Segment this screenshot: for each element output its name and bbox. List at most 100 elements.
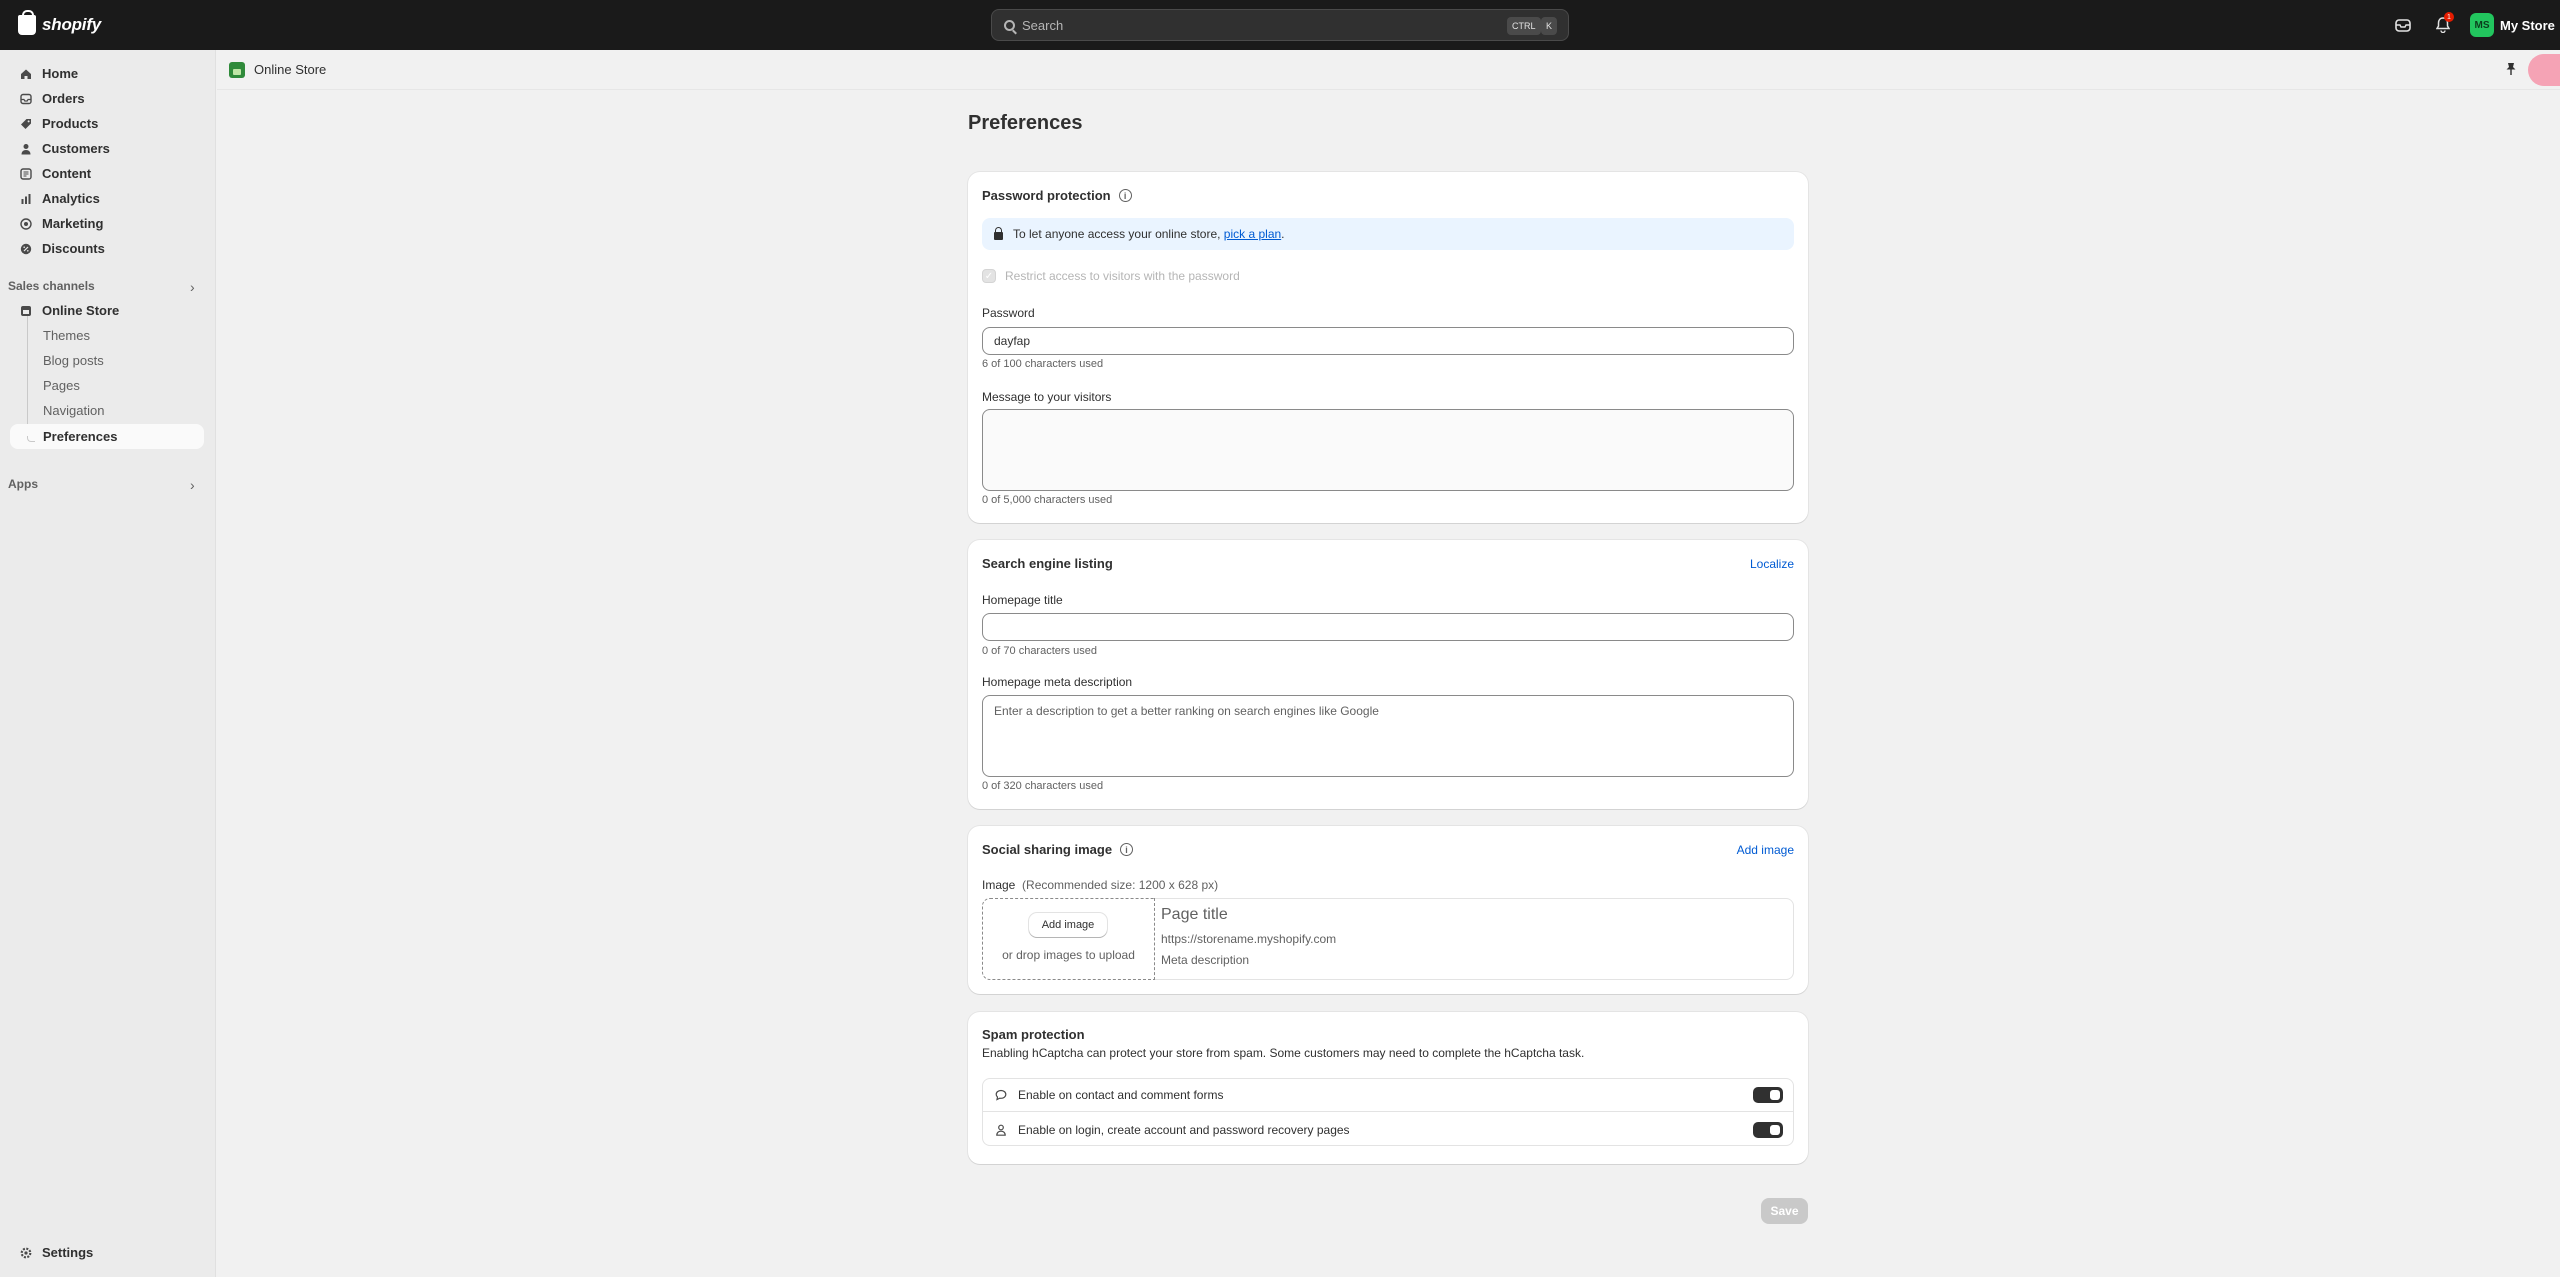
- info-icon[interactable]: i: [1118, 189, 1132, 202]
- sidebar-item-themes[interactable]: Themes: [10, 323, 204, 348]
- online-store-icon: [229, 61, 245, 78]
- spam-protection-card: Spam protection Enabling hCaptcha can pr…: [968, 1012, 1808, 1164]
- plan-banner: To let anyone access your online store, …: [982, 218, 1794, 250]
- login-pages-toggle-row: Enable on login, create account and pass…: [983, 1113, 1793, 1146]
- image-dropzone[interactable]: Add image or drop images to upload: [982, 898, 1155, 980]
- contact-forms-toggle-row: Enable on contact and comment forms: [983, 1079, 1793, 1112]
- apps-heading[interactable]: Apps: [8, 477, 38, 491]
- shortcut-k-key: K: [1541, 17, 1558, 35]
- nav-discounts-label: Discounts: [42, 241, 105, 256]
- chevron-right-icon[interactable]: ›: [190, 279, 195, 295]
- notification-count-badge: 1: [2444, 12, 2454, 22]
- nav-online-store[interactable]: Online Store: [10, 298, 204, 323]
- tree-elbow: [27, 436, 35, 442]
- chart-icon: [19, 192, 33, 206]
- store-name: My Store: [2500, 17, 2555, 33]
- login-pages-toggle[interactable]: [1753, 1121, 1783, 1138]
- breadcrumb: Online Store: [217, 50, 2560, 90]
- chevron-right-icon[interactable]: ›: [190, 477, 195, 493]
- homepage-title-input[interactable]: [982, 613, 1794, 641]
- save-button[interactable]: Save: [1761, 1198, 1808, 1224]
- nav-customers[interactable]: Customers: [10, 136, 204, 161]
- nav-home[interactable]: Home: [10, 61, 204, 86]
- preview-meta-description: Meta description: [1161, 953, 1250, 967]
- spam-protection-description: Enabling hCaptcha can protect your store…: [982, 1046, 1585, 1060]
- search-preview: Page title https://storename.myshopify.c…: [1155, 898, 1794, 980]
- contact-forms-label: Enable on contact and comment forms: [1018, 1088, 1224, 1102]
- contact-forms-toggle[interactable]: [1753, 1087, 1783, 1103]
- nav-orders[interactable]: Orders: [10, 86, 204, 111]
- page-title: Preferences: [968, 112, 1083, 134]
- add-image-link[interactable]: Add image: [1737, 843, 1794, 857]
- nav-home-label: Home: [42, 66, 79, 81]
- add-image-button[interactable]: Add image: [1029, 913, 1107, 937]
- social-image-heading: Social sharing image: [982, 842, 1113, 857]
- pin-icon[interactable]: [2505, 62, 2517, 79]
- banner-message: To let anyone access your online store,: [1013, 227, 1224, 241]
- breadcrumb-label[interactable]: Online Store: [254, 62, 326, 77]
- search-icon: [1004, 19, 1015, 31]
- spam-protection-title: Spam protection: [982, 1027, 1085, 1042]
- meta-description-label: Homepage meta description: [982, 675, 1133, 689]
- search-bar[interactable]: Search CTRL K: [991, 9, 1569, 41]
- homepage-title-label: Homepage title: [982, 593, 1063, 607]
- sales-channels-heading[interactable]: Sales channels: [8, 279, 95, 293]
- inbox-icon: [19, 92, 33, 106]
- image-label-text: Image: [982, 878, 1016, 892]
- search-listing-title: Search engine listing: [982, 556, 1113, 571]
- password-protection-heading: Password protection: [982, 188, 1111, 203]
- password-input[interactable]: dayfap: [982, 327, 1794, 355]
- nav-analytics[interactable]: Analytics: [10, 186, 204, 211]
- image-recommendation: (Recommended size: 1200 x 628 px): [1022, 878, 1219, 892]
- nav-marketing[interactable]: Marketing: [10, 211, 204, 236]
- store-avatar: MS: [2470, 13, 2494, 37]
- pick-plan-link[interactable]: pick a plan: [1224, 227, 1281, 241]
- restrict-access-checkbox-row[interactable]: ✓ Restrict access to visitors with the p…: [982, 269, 1240, 283]
- top-bar: shopify Search CTRL K 1 MS My Store: [0, 0, 2560, 50]
- nav-orders-label: Orders: [42, 91, 85, 106]
- chat-bubble-icon: [995, 1089, 1007, 1101]
- spam-toggle-list: Enable on contact and comment forms Enab…: [982, 1078, 1794, 1146]
- nav-content[interactable]: Content: [10, 161, 204, 186]
- notification-bell-icon[interactable]: 1: [2433, 12, 2454, 35]
- assistant-badge[interactable]: [2528, 54, 2560, 86]
- sidebar-item-pages[interactable]: Pages: [10, 373, 204, 398]
- discount-icon: [19, 242, 33, 256]
- message-label: Message to your visitors: [982, 390, 1112, 404]
- shopify-logo[interactable]: shopify: [18, 10, 101, 35]
- person-icon: [19, 142, 33, 156]
- gear-icon: [19, 1246, 33, 1260]
- home-icon: [19, 67, 33, 81]
- banner-text: To let anyone access your online store, …: [1013, 227, 1285, 241]
- social-image-title: Social sharing image i: [982, 842, 1134, 857]
- nav-customers-label: Customers: [42, 141, 110, 156]
- social-sharing-image-card: Social sharing image i Add image Image (…: [968, 826, 1808, 994]
- target-icon: [19, 217, 33, 231]
- restrict-access-label: Restrict access to visitors with the pas…: [1005, 269, 1240, 283]
- message-textarea[interactable]: [982, 409, 1794, 491]
- sidebar-item-navigation[interactable]: Navigation: [10, 398, 204, 423]
- store-menu[interactable]: MS My Store: [2470, 13, 2555, 37]
- nav-online-store-label: Online Store: [42, 303, 120, 318]
- nav-content-label: Content: [42, 166, 92, 181]
- person-icon: [995, 1124, 1007, 1136]
- nav-settings[interactable]: Settings: [10, 1240, 204, 1265]
- drop-images-text: or drop images to upload: [1002, 948, 1135, 962]
- nav-discounts[interactable]: Discounts: [10, 236, 204, 261]
- localize-link[interactable]: Localize: [1750, 557, 1794, 571]
- store-inbox-icon[interactable]: [2393, 15, 2413, 35]
- restrict-access-checkbox[interactable]: ✓: [982, 269, 996, 283]
- store-icon: [19, 304, 33, 318]
- meta-description-textarea[interactable]: Enter a description to get a better rank…: [982, 695, 1794, 777]
- password-protection-title: Password protection i: [982, 188, 1132, 203]
- password-label: Password: [982, 306, 1035, 320]
- lock-icon: [994, 226, 1003, 240]
- password-protection-card: Password protection i To let anyone acce…: [968, 172, 1808, 523]
- nav-products[interactable]: Products: [10, 111, 204, 136]
- info-icon[interactable]: i: [1120, 843, 1134, 856]
- sidebar-item-preferences[interactable]: Preferences: [10, 424, 204, 449]
- sidebar-item-blog-posts[interactable]: Blog posts: [10, 348, 204, 373]
- shopify-bag-icon: [18, 10, 36, 35]
- nav-marketing-label: Marketing: [42, 216, 104, 231]
- image-label: Image (Recommended size: 1200 x 628 px): [982, 878, 1218, 892]
